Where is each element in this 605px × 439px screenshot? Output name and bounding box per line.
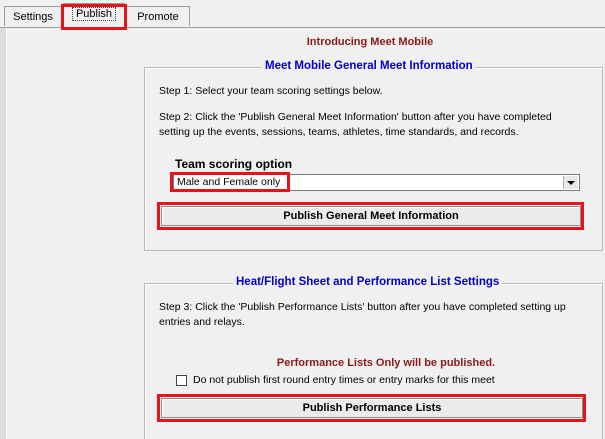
tab-promote[interactable]: Promote [126, 6, 190, 26]
tab-settings[interactable]: Settings [4, 6, 62, 26]
step3-text-line2: entries and relays. [159, 316, 245, 328]
heat-flight-legend: Heat/Flight Sheet and Performance List S… [233, 276, 503, 288]
step1-text: Step 1: Select your team scoring setting… [159, 85, 383, 97]
tab-promote-label: Promote [137, 11, 179, 23]
publish-performance-lists-button[interactable]: Publish Performance Lists [161, 398, 583, 418]
tab-publish-label: Publish [71, 7, 117, 21]
team-scoring-value: Male and Female only [177, 176, 281, 188]
chevron-down-icon[interactable] [563, 176, 578, 189]
page-title: Introducing Meet Mobile [306, 36, 434, 48]
team-scoring-label: Team scoring option [175, 157, 293, 171]
general-meet-info-legend: Meet Mobile General Meet Information [262, 60, 476, 72]
tab-settings-label: Settings [13, 11, 53, 23]
left-pane-edge [6, 28, 7, 439]
no-entry-times-label: Do not publish first round entry times o… [193, 374, 495, 386]
performance-notice: Performance Lists Only will be published… [276, 357, 496, 369]
team-scoring-select[interactable]: Male and Female only [173, 174, 580, 191]
step2-text-line1: Step 2: Click the 'Publish General Meet … [159, 111, 552, 123]
tab-strip: Settings Publish Promote [0, 0, 605, 30]
publish-general-meet-button[interactable]: Publish General Meet Information [161, 206, 581, 226]
tab-publish[interactable]: Publish [63, 3, 125, 28]
step2-text-line2: setting up the events, sessions, teams, … [159, 126, 519, 138]
no-entry-times-checkbox[interactable] [176, 375, 187, 386]
step3-text-line1: Step 3: Click the 'Publish Performance L… [159, 301, 566, 313]
